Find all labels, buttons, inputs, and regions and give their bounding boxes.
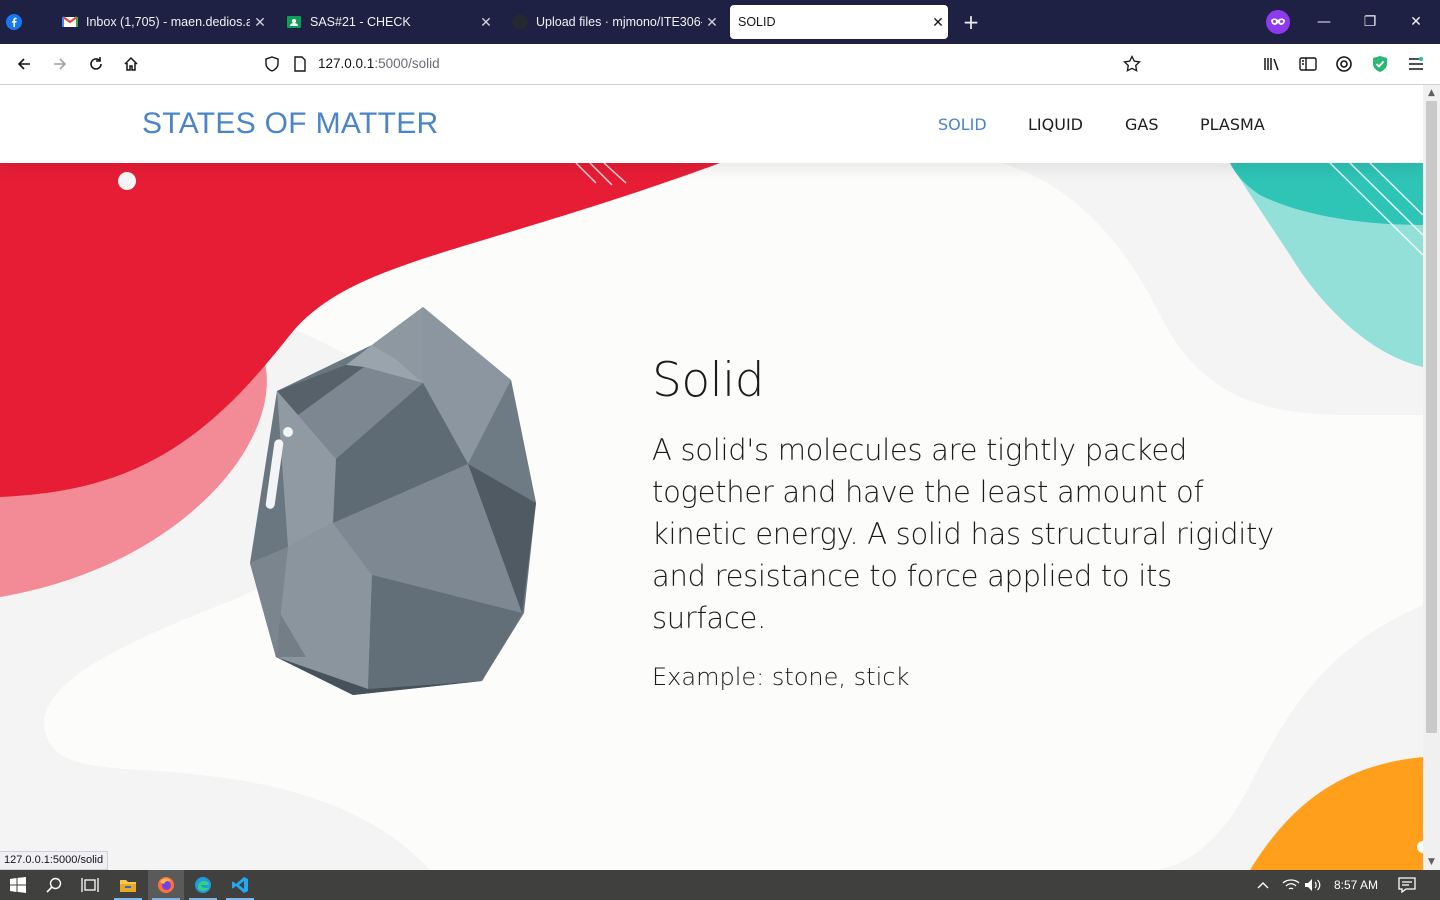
- site-header: STATES OF MATTER SOLID LIQUID GAS PLASMA: [0, 85, 1423, 163]
- close-icon[interactable]: ✕: [250, 12, 270, 32]
- page-info-icon[interactable]: [288, 52, 312, 76]
- forward-icon[interactable]: [48, 52, 72, 76]
- page-scrollbar[interactable]: ▲ ▼: [1423, 85, 1440, 870]
- description-text: A solid's molecules are tightly packed t…: [652, 433, 1274, 635]
- clock-time[interactable]: 8:57 AM: [1334, 870, 1378, 900]
- private-browsing-icon: [1266, 10, 1290, 34]
- sync-icon[interactable]: [1332, 52, 1356, 76]
- minimize-button[interactable]: —: [1312, 10, 1336, 34]
- firefox-icon[interactable]: [148, 870, 184, 900]
- tab-github[interactable]: Upload files · mjmono/ITE306-S ✕: [504, 5, 722, 39]
- adblock-shield-icon[interactable]: [1368, 52, 1392, 76]
- content-block: Solid A solid's molecules are tightly pa…: [652, 353, 1292, 639]
- sidebar-icon[interactable]: [1296, 52, 1320, 76]
- nav-link-liquid[interactable]: LIQUID: [1028, 115, 1083, 134]
- facebook-icon: [6, 14, 22, 30]
- network-icon[interactable]: [1282, 870, 1300, 900]
- new-tab-button[interactable]: +: [960, 12, 982, 34]
- rock-illustration: [250, 307, 536, 695]
- start-icon[interactable]: [0, 870, 36, 900]
- url-path: :5000/solid: [374, 56, 440, 71]
- tab-inbox[interactable]: Inbox (1,705) - maen.dedios.au ✕: [54, 5, 270, 39]
- task-view-icon[interactable]: [72, 870, 108, 900]
- tab-title: SAS#21 - CHECK: [310, 15, 411, 29]
- url-bar[interactable]: 127.0.0.1:5000/solid: [252, 48, 1152, 80]
- menu-icon[interactable]: [1404, 52, 1428, 76]
- page-viewport: STATES OF MATTER SOLID LIQUID GAS PLASMA…: [0, 85, 1423, 870]
- back-icon[interactable]: [12, 52, 36, 76]
- tab-facebook[interactable]: [6, 5, 34, 39]
- restore-button[interactable]: ❐: [1358, 10, 1382, 34]
- browser-nav-bar: 127.0.0.1:5000/solid: [0, 44, 1440, 85]
- site-brand[interactable]: STATES OF MATTER: [142, 107, 438, 141]
- example-text: Example: stone, stick: [652, 663, 910, 691]
- scroll-thumb[interactable]: [1426, 101, 1437, 733]
- classroom-icon: [286, 14, 302, 30]
- nav-link-plasma[interactable]: PLASMA: [1200, 115, 1265, 134]
- github-icon: [512, 14, 528, 30]
- file-explorer-icon[interactable]: [110, 870, 146, 900]
- gmail-icon: [62, 14, 78, 30]
- tab-solid[interactable]: SOLID ✕: [730, 5, 948, 39]
- tab-title: SOLID: [738, 15, 776, 29]
- volume-icon[interactable]: [1304, 870, 1322, 900]
- tab-title: Inbox (1,705) - maen.dedios.au: [86, 15, 250, 29]
- reload-icon[interactable]: [84, 52, 108, 76]
- page-title: Solid: [652, 353, 765, 408]
- close-icon[interactable]: ✕: [476, 12, 496, 32]
- edge-icon[interactable]: [185, 870, 221, 900]
- close-window-button[interactable]: ✕: [1404, 10, 1428, 34]
- library-icon[interactable]: [1260, 52, 1284, 76]
- close-icon[interactable]: ✕: [702, 12, 722, 32]
- close-icon[interactable]: ✕: [928, 12, 948, 32]
- home-icon[interactable]: [119, 52, 143, 76]
- browser-tab-bar: Inbox (1,705) - maen.dedios.au ✕ SAS#21 …: [0, 0, 1440, 44]
- url-host: 127.0.0.1: [318, 56, 375, 71]
- search-icon[interactable]: [36, 870, 72, 900]
- scroll-up-icon[interactable]: ▲: [1423, 85, 1440, 101]
- bookmark-star-icon[interactable]: [1120, 52, 1144, 76]
- tab-sas[interactable]: SAS#21 - CHECK ✕: [278, 5, 496, 39]
- url-text[interactable]: 127.0.0.1:5000/solid: [318, 56, 440, 71]
- nav-link-gas[interactable]: GAS: [1125, 115, 1159, 134]
- show-hidden-icons[interactable]: [1256, 870, 1270, 900]
- scroll-down-icon[interactable]: ▼: [1423, 854, 1440, 870]
- nav-link-solid[interactable]: SOLID: [938, 115, 987, 134]
- tab-title: Upload files · mjmono/ITE306-S: [536, 15, 702, 29]
- vscode-icon[interactable]: [222, 870, 258, 900]
- windows-taskbar: 8:57 AM: [0, 870, 1440, 900]
- shield-icon[interactable]: [260, 52, 284, 76]
- status-url: 127.0.0.1:5000/solid: [0, 851, 109, 870]
- notifications-icon[interactable]: [1398, 870, 1416, 900]
